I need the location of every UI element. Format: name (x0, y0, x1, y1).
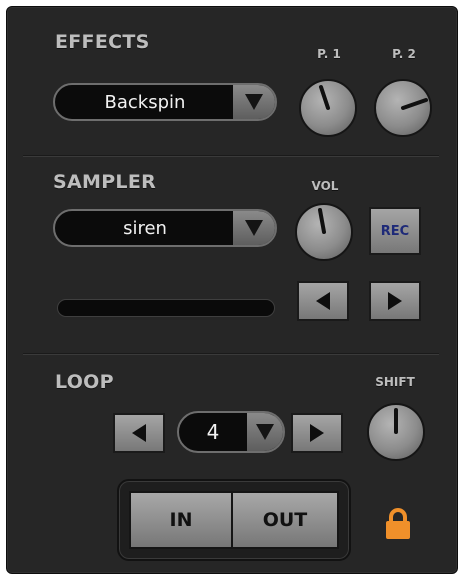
sampler-progress-bar (57, 299, 275, 317)
sampler-dropdown-arrow-icon[interactable] (233, 211, 275, 245)
p2-label: P. 2 (392, 47, 416, 61)
loop-dropdown-arrow-icon[interactable] (247, 413, 283, 451)
vol-knob[interactable] (295, 203, 353, 261)
knob-indicator-icon (318, 208, 326, 234)
shift-knob[interactable] (367, 403, 425, 461)
knob-indicator-icon (401, 98, 428, 110)
knob-indicator-icon (394, 408, 398, 434)
effects-dropdown-arrow-icon[interactable] (233, 85, 275, 119)
sampler-next-button[interactable] (369, 281, 421, 321)
triangle-down-icon (256, 424, 274, 440)
section-divider (23, 353, 439, 355)
rec-button[interactable]: REC (369, 207, 421, 255)
p1-knob[interactable] (299, 79, 357, 137)
loop-in-out-group: IN OUT (117, 479, 351, 561)
rec-label: REC (380, 223, 410, 239)
triangle-right-icon (388, 292, 402, 310)
sampler-prev-button[interactable] (297, 281, 349, 321)
triangle-left-icon (316, 292, 330, 310)
sampler-selected-value: siren (123, 217, 167, 239)
loop-in-button[interactable]: IN (129, 491, 233, 549)
lock-icon[interactable] (383, 507, 413, 541)
effects-title: EFFECTS (55, 31, 150, 53)
effects-selected-value: Backspin (104, 91, 186, 113)
loop-prev-button[interactable] (113, 413, 165, 453)
loop-length-value: 4 (206, 420, 220, 444)
sampler-select[interactable]: siren (53, 209, 277, 247)
loop-title: LOOP (55, 371, 114, 393)
effects-sampler-loop-panel: EFFECTS P. 1 P. 2 Backspin SAMPLER VOL s… (6, 6, 458, 574)
section-divider (23, 155, 439, 157)
p2-knob[interactable] (374, 79, 432, 137)
shift-label: SHIFT (375, 375, 415, 389)
vol-label: VOL (311, 179, 339, 193)
p1-label: P. 1 (317, 47, 341, 61)
loop-next-button[interactable] (291, 413, 343, 453)
loop-length-select[interactable]: 4 (177, 411, 285, 453)
knob-indicator-icon (319, 85, 330, 110)
loop-out-button[interactable]: OUT (231, 491, 339, 549)
triangle-down-icon (245, 220, 263, 236)
effects-select[interactable]: Backspin (53, 83, 277, 121)
triangle-down-icon (245, 94, 263, 110)
triangle-right-icon (310, 424, 324, 442)
sampler-title: SAMPLER (53, 171, 157, 193)
triangle-left-icon (132, 424, 146, 442)
